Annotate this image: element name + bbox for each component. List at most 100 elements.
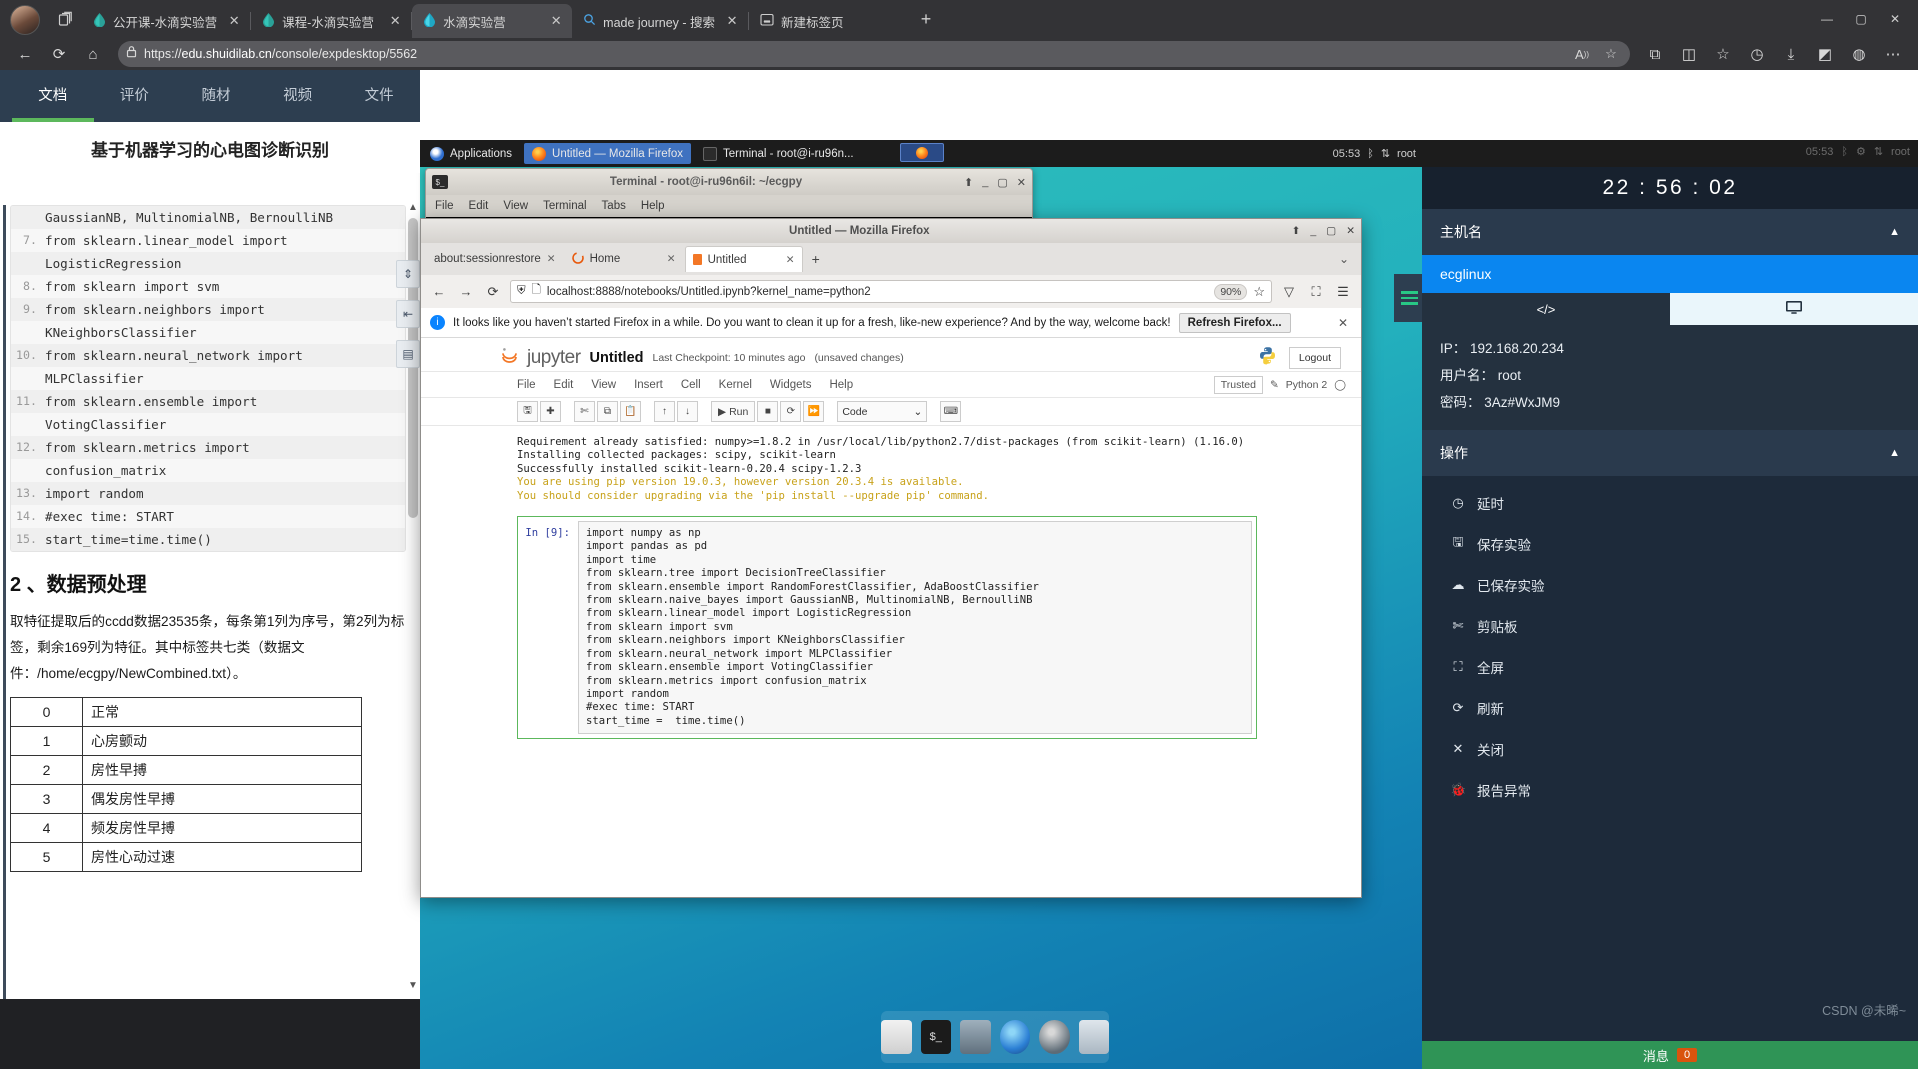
chevron-up-icon[interactable]: ▲ <box>1889 447 1900 459</box>
course-tab-doc[interactable]: 文档 <box>12 70 94 122</box>
notebook-cells[interactable]: Requirement already satisfied: numpy>=1.… <box>421 426 1361 740</box>
chevron-up-icon[interactable]: ▲ <box>1889 226 1900 238</box>
more-options-icon[interactable]: ⋯ <box>1878 41 1908 67</box>
applications-menu-button[interactable]: Applications <box>422 143 520 164</box>
cell-type-select[interactable]: Code ⌄ <box>837 401 928 422</box>
firefox-close-button[interactable]: ✕ <box>1346 225 1355 237</box>
jupyter-menu-widgets[interactable]: Widgets <box>770 379 812 391</box>
terminal-menu-view[interactable]: View <box>503 200 528 212</box>
browser-tab-2[interactable]: 水滴实验营 ✕ <box>412 4 573 38</box>
terminal-titlebar[interactable]: $_ Terminal - root@i-ru96n6il: ~/ecgpy ⬆… <box>426 169 1032 195</box>
restart-kernel-icon[interactable]: ⟳ <box>780 401 802 422</box>
dock-search-icon[interactable] <box>1039 1020 1070 1054</box>
zoom-level-badge[interactable]: 90% <box>1214 283 1248 300</box>
reload-icon[interactable]: ⟳ <box>44 41 74 67</box>
browser-tab-4[interactable]: 新建标签页 <box>749 4 909 38</box>
browser-tab-3[interactable]: made journey - 搜索 ✕ <box>572 4 748 38</box>
network-icon[interactable]: ⇅ <box>1381 147 1390 160</box>
collapse-panel-icon[interactable]: ⇤ <box>396 300 420 328</box>
favorite-star-icon[interactable]: ☆ <box>1600 41 1622 67</box>
tab-close-icon[interactable]: ✕ <box>546 11 566 31</box>
cut-icon[interactable]: ✄ <box>574 401 595 422</box>
save-icon[interactable]: 🖫 <box>517 401 538 422</box>
document-scroll-area[interactable]: GaussianNB, MultinomialNB, BernoulliNB 7… <box>0 205 420 999</box>
extensions-puzzle-icon[interactable]: ⛶ <box>1306 284 1326 300</box>
resize-handle-icon[interactable]: ⇕ <box>396 260 420 288</box>
jupyter-menu-insert[interactable]: Insert <box>634 379 663 391</box>
refresh-firefox-button[interactable]: Refresh Firefox... <box>1178 312 1291 333</box>
firefox-tab-close-icon[interactable]: ✕ <box>786 254 795 266</box>
profile-avatar[interactable] <box>10 5 40 35</box>
dock-files-icon[interactable] <box>881 1020 912 1054</box>
firefox-minimize-button[interactable]: _ <box>1310 225 1316 237</box>
tray-user[interactable]: root <box>1397 148 1416 160</box>
course-tab-evaluation[interactable]: 评价 <box>94 70 176 122</box>
course-tab-video[interactable]: 视频 <box>257 70 339 122</box>
dock-filemanager-icon[interactable] <box>960 1020 991 1054</box>
terminal-shade-button[interactable]: ⬆ <box>964 176 973 189</box>
browser-tab-1[interactable]: 课程-水滴实验营 ✕ <box>251 4 411 38</box>
action-refresh[interactable]: ⟳ 刷新 <box>1422 687 1918 728</box>
sidebar-collapse-handle[interactable] <box>1394 274 1424 322</box>
jupyter-menu-edit[interactable]: Edit <box>554 379 574 391</box>
firefox-shade-button[interactable]: ⬆ <box>1292 225 1301 237</box>
firefox-window[interactable]: Untitled — Mozilla Firefox ⬆ _ ▢ ✕ about… <box>420 218 1362 898</box>
hostname-section-header[interactable]: 主机名 ▲ <box>1422 209 1918 255</box>
chevron-down-icon[interactable]: ⌄ <box>1339 252 1355 266</box>
terminal-menu-file[interactable]: File <box>435 200 454 212</box>
bookmark-star-icon[interactable]: ☆ <box>1253 284 1265 300</box>
command-palette-icon[interactable]: ⌨ <box>940 401 962 422</box>
jupyter-menu-file[interactable]: File <box>517 379 536 391</box>
tab-screen-mode[interactable] <box>1670 293 1918 325</box>
firefox-address-bar[interactable]: ⛨ 🗋 localhost:8888/notebooks/Untitled.ip… <box>510 280 1272 303</box>
page-info-icon[interactable]: 🗋 <box>532 282 541 301</box>
terminal-menu-tabs[interactable]: Tabs <box>602 200 626 212</box>
jupyter-notebook-page[interactable]: jupyter Untitled Last Checkpoint: 10 min… <box>421 338 1361 897</box>
bluetooth-icon[interactable]: ᛒ <box>1367 148 1374 160</box>
jupyter-menu-kernel[interactable]: Kernel <box>719 379 752 391</box>
action-close[interactable]: ✕ 关闭 <box>1422 728 1918 769</box>
action-saved-experiments[interactable]: ☁ 已保存实验 <box>1422 564 1918 605</box>
shield-icon[interactable]: ⛨ <box>517 285 526 298</box>
firefox-tab-sessionrestore[interactable]: about:sessionrestore ✕ <box>427 246 563 272</box>
action-fullscreen[interactable]: ⛶ 全屏 <box>1422 646 1918 687</box>
edit-pencil-icon[interactable]: ✎ <box>1270 379 1279 391</box>
dock-browser-icon[interactable] <box>999 1020 1030 1054</box>
info-value[interactable]: 3Az#WxJM9 <box>1484 395 1560 410</box>
logout-button[interactable]: Logout <box>1288 346 1341 369</box>
firefox-tab-untitled[interactable]: Untitled ✕ <box>684 246 803 272</box>
notebook-code-cell[interactable]: In [9]: import numpy as np import pandas… <box>517 516 1257 740</box>
read-aloud-icon[interactable]: A)) <box>1571 41 1593 67</box>
firefox-tab-close-icon[interactable]: ✕ <box>667 253 676 265</box>
firefox-titlebar[interactable]: Untitled — Mozilla Firefox ⬆ _ ▢ ✕ <box>421 219 1361 243</box>
tab-code-mode[interactable]: </> <box>1422 293 1670 325</box>
hostname-value[interactable]: ecglinux <box>1422 255 1918 293</box>
firefox-forward-icon[interactable]: → <box>456 284 476 299</box>
tab-collections-icon[interactable] <box>48 2 82 36</box>
action-report-issue[interactable]: 🐞 报告异常 <box>1422 769 1918 810</box>
profile-icon[interactable]: ◍ <box>1844 41 1874 67</box>
new-tab-button[interactable]: + <box>909 2 943 36</box>
pocket-icon[interactable]: ▽ <box>1279 284 1299 300</box>
jupyter-logo-icon[interactable] <box>501 347 518 369</box>
terminal-close-button[interactable]: ✕ <box>1017 176 1026 189</box>
firefox-new-tab-button[interactable]: + <box>805 251 827 267</box>
jupyter-menu-view[interactable]: View <box>591 379 616 391</box>
terminal-menu-edit[interactable]: Edit <box>469 200 489 212</box>
taskbar-item-terminal[interactable]: Terminal - root@i-ru96n... <box>695 143 862 164</box>
copy-icon[interactable]: ⧉ <box>597 401 618 422</box>
course-tab-materials[interactable]: 随材 <box>175 70 257 122</box>
window-minimize-button[interactable]: — <box>1810 2 1844 36</box>
dock-folder-icon[interactable] <box>1078 1020 1109 1054</box>
split-screen-icon[interactable]: ◫ <box>1674 41 1704 67</box>
browser-tab-0[interactable]: 公开课-水滴实验营 ✕ <box>82 4 250 38</box>
info-value[interactable]: 192.168.20.234 <box>1470 341 1564 356</box>
back-icon[interactable]: ← <box>10 41 40 67</box>
jupyter-menu-cell[interactable]: Cell <box>681 379 701 391</box>
tab-close-icon[interactable]: ✕ <box>722 11 742 31</box>
action-save-experiment[interactable]: 🖫 保存实验 <box>1422 523 1918 564</box>
firefox-menu-icon[interactable]: ☰ <box>1333 284 1353 300</box>
notification-close-icon[interactable]: ✕ <box>1338 316 1352 330</box>
taskbar-item-firefox[interactable]: Untitled — Mozilla Firefox <box>524 143 692 164</box>
firefox-reload-icon[interactable]: ⟳ <box>483 284 503 300</box>
